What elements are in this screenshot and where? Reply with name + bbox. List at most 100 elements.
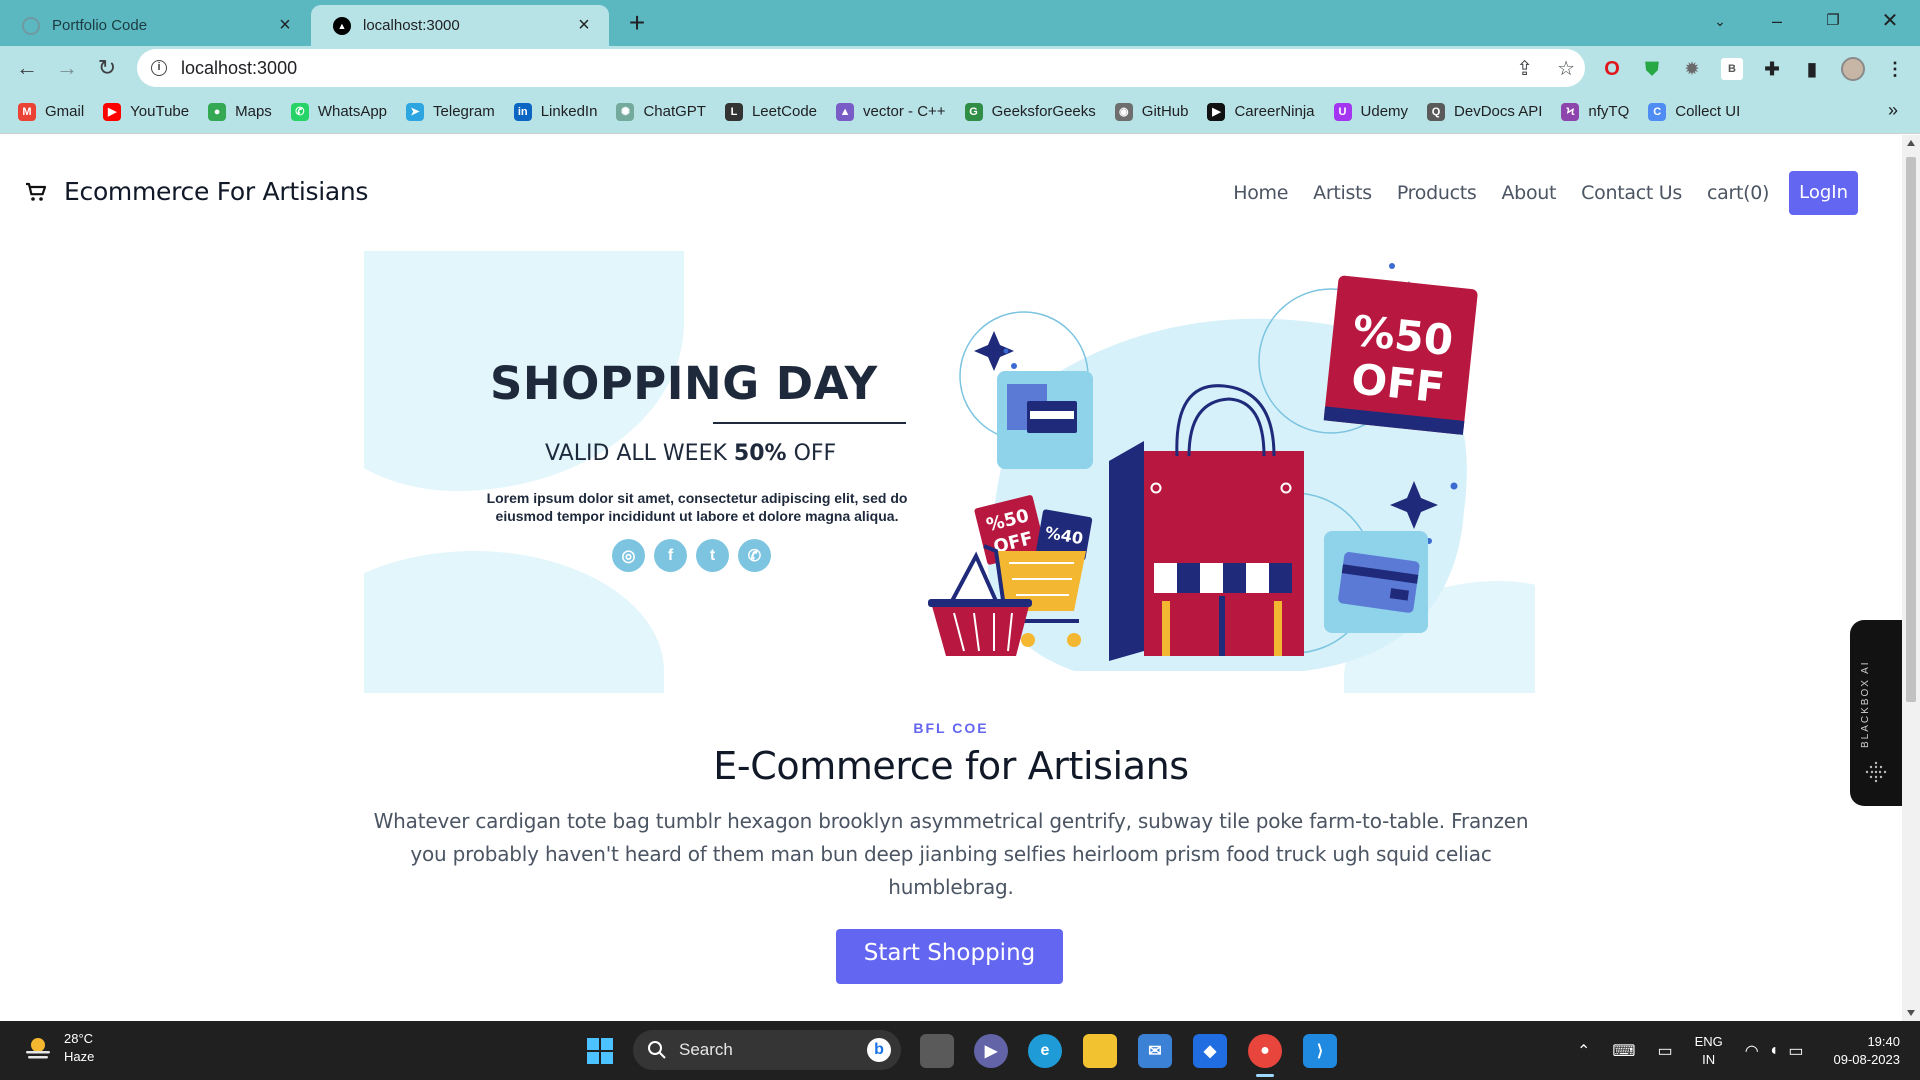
bookmark-label: GitHub <box>1141 103 1189 120</box>
menu-icon[interactable]: ⋮ <box>1884 58 1906 80</box>
forward-button[interactable]: → <box>52 53 82 83</box>
main-nav: Home Artists Products About Contact Us c… <box>1208 171 1858 215</box>
facebook-icon[interactable]: f <box>654 539 687 572</box>
teams-icon[interactable]: ▶ <box>974 1034 1008 1068</box>
back-button[interactable]: ← <box>12 53 42 83</box>
restore-button[interactable]: ❐ <box>1813 6 1853 36</box>
youtube-icon: ▶ <box>103 102 122 121</box>
tag-off: OFF <box>1349 354 1447 412</box>
bookmark-collectui[interactable]: C Collect UI <box>1648 102 1741 121</box>
start-shopping-button[interactable]: Start Shopping <box>836 929 1063 984</box>
bookmark-chatgpt[interactable]: ✺ ChatGPT <box>616 102 706 121</box>
chevron-up-icon[interactable]: ⌃ <box>1577 1041 1590 1061</box>
bookmark-cplusplus[interactable]: ▲ vector - C++ <box>836 102 946 121</box>
close-icon[interactable]: × <box>274 14 296 37</box>
bug-icon[interactable]: ✹ <box>1681 58 1703 80</box>
puzzle-icon[interactable]: ✚ <box>1761 58 1783 80</box>
bookmark-label: LeetCode <box>751 103 818 120</box>
twitter-icon[interactable]: t <box>696 539 729 572</box>
bookmark-label: Collect UI <box>1675 103 1741 120</box>
bookmark-whatsapp[interactable]: ✆ WhatsApp <box>290 102 388 121</box>
battery-icon[interactable]: ▭ <box>1788 1041 1803 1061</box>
windows-start-icon[interactable] <box>586 1037 614 1065</box>
star-icon[interactable]: ☆ <box>1557 56 1575 81</box>
sidepanel-icon[interactable]: ▮ <box>1801 58 1823 80</box>
bookmark-devdocs[interactable]: Q DevDocs API <box>1427 102 1542 121</box>
more-bookmarks-button[interactable]: » <box>1888 100 1898 121</box>
tab-search-icon[interactable]: ⌄ <box>1700 6 1740 36</box>
volume-icon[interactable]: ◖ <box>1769 1042 1779 1060</box>
keyboard-icon[interactable]: ⌨ <box>1612 1041 1635 1061</box>
minimize-button[interactable]: – <box>1757 6 1797 36</box>
taskbar-search[interactable]: Search b <box>633 1030 901 1070</box>
bookmark-label: ChatGPT <box>643 103 706 120</box>
clock[interactable]: 19:40 09-08-2023 <box>1834 1033 1901 1069</box>
weather-condition: Haze <box>64 1049 95 1064</box>
tab-portfolio-code[interactable]: Portfolio Code × <box>0 5 310 46</box>
bookmark-telegram[interactable]: ➤ Telegram <box>406 102 495 121</box>
shield-icon[interactable]: ⛊ <box>1641 58 1663 80</box>
mail-icon[interactable]: ✉ <box>1138 1034 1172 1068</box>
dropbox-icon[interactable]: ◆ <box>1193 1034 1227 1068</box>
blackbox-ai-widget[interactable]: BLACKBOX AI <box>1850 620 1902 806</box>
brand-name: Ecommerce For Artisians <box>64 177 369 206</box>
bookmark-youtube[interactable]: ▶ YouTube <box>103 102 189 121</box>
close-icon[interactable]: × <box>573 14 595 37</box>
scroll-up-arrow[interactable] <box>1907 140 1915 146</box>
nav-artists[interactable]: Artists <box>1313 182 1372 204</box>
scroll-down-arrow[interactable] <box>1907 1010 1915 1016</box>
file-explorer-icon[interactable] <box>1083 1034 1117 1068</box>
new-tab-button[interactable]: + <box>620 8 654 38</box>
bing-icon[interactable]: b <box>867 1038 891 1062</box>
url-text: localhost:3000 <box>181 57 298 78</box>
bookmark-careerninja[interactable]: ▶ CareerNinja <box>1207 102 1315 121</box>
tablet-mode-icon[interactable]: ▭ <box>1657 1041 1672 1061</box>
bookmark-linkedin[interactable]: in LinkedIn <box>513 102 597 121</box>
wifi-icon[interactable]: ◠ <box>1745 1041 1759 1061</box>
whatsapp-icon[interactable]: ✆ <box>738 539 771 572</box>
scrollbar-thumb[interactable] <box>1906 157 1916 702</box>
tab-localhost[interactable]: ▲ localhost:3000 × <box>311 5 609 46</box>
nav-about[interactable]: About <box>1501 182 1556 204</box>
bookmark-udemy[interactable]: U Udemy <box>1333 102 1408 121</box>
profile-avatar[interactable] <box>1841 57 1865 81</box>
task-view-icon[interactable] <box>920 1034 954 1068</box>
opera-icon[interactable]: O <box>1601 58 1623 80</box>
instagram-icon[interactable]: ◎ <box>612 539 645 572</box>
edge-icon[interactable]: e <box>1028 1034 1062 1068</box>
bookmark-label: WhatsApp <box>317 103 388 120</box>
brand[interactable]: Ecommerce For Artisians <box>24 177 368 206</box>
bookmark-geeksforgeeks[interactable]: G GeeksforGeeks <box>964 102 1096 121</box>
nav-cart[interactable]: cart(0) <box>1707 182 1769 204</box>
chrome-icon[interactable]: ● <box>1248 1034 1282 1068</box>
login-button[interactable]: LogIn <box>1789 171 1858 215</box>
window-close-button[interactable]: ✕ <box>1870 6 1910 36</box>
nav-products[interactable]: Products <box>1397 182 1477 204</box>
widget-label: BLACKBOX AI <box>1860 660 1871 748</box>
bookmark-leetcode[interactable]: L LeetCode <box>724 102 818 121</box>
language-indicator[interactable]: ENG IN <box>1695 1033 1723 1069</box>
share-icon[interactable]: ⇪ <box>1516 56 1533 81</box>
site-info-icon[interactable]: i <box>151 60 167 76</box>
weather-widget[interactable]: 28°C Haze <box>22 1030 94 1066</box>
nav-home[interactable]: Home <box>1233 182 1288 204</box>
offer-prefix: VALID ALL WEEK <box>545 441 734 466</box>
bookmark-gmail[interactable]: M Gmail <box>18 102 85 121</box>
bookmark-label: nfyTQ <box>1588 103 1630 120</box>
vscode-icon[interactable]: ⟩ <box>1303 1034 1337 1068</box>
b-extension-icon[interactable]: B <box>1721 58 1743 80</box>
shopping-cart-icon <box>26 182 47 201</box>
bookmark-nfytq[interactable]: ϞnfyTQ <box>1561 102 1630 121</box>
reload-button[interactable]: ↻ <box>92 53 122 83</box>
search-icon <box>648 1041 666 1059</box>
page-scrollbar[interactable] <box>1902 135 1920 1021</box>
bookmark-maps[interactable]: ● Maps <box>208 102 272 121</box>
address-bar[interactable]: i localhost:3000 ⇪ ☆ <box>137 49 1585 87</box>
section-description: Whatever cardigan tote bag tumblr hexago… <box>373 809 1529 899</box>
offer-suffix: OFF <box>786 441 837 466</box>
bookmark-label: Gmail <box>45 103 85 120</box>
collectui-icon: C <box>1648 102 1667 121</box>
bookmark-github[interactable]: ◉ GitHub <box>1114 102 1189 121</box>
nav-contact-us[interactable]: Contact Us <box>1581 182 1682 204</box>
careerninja-icon: ▶ <box>1207 102 1226 121</box>
